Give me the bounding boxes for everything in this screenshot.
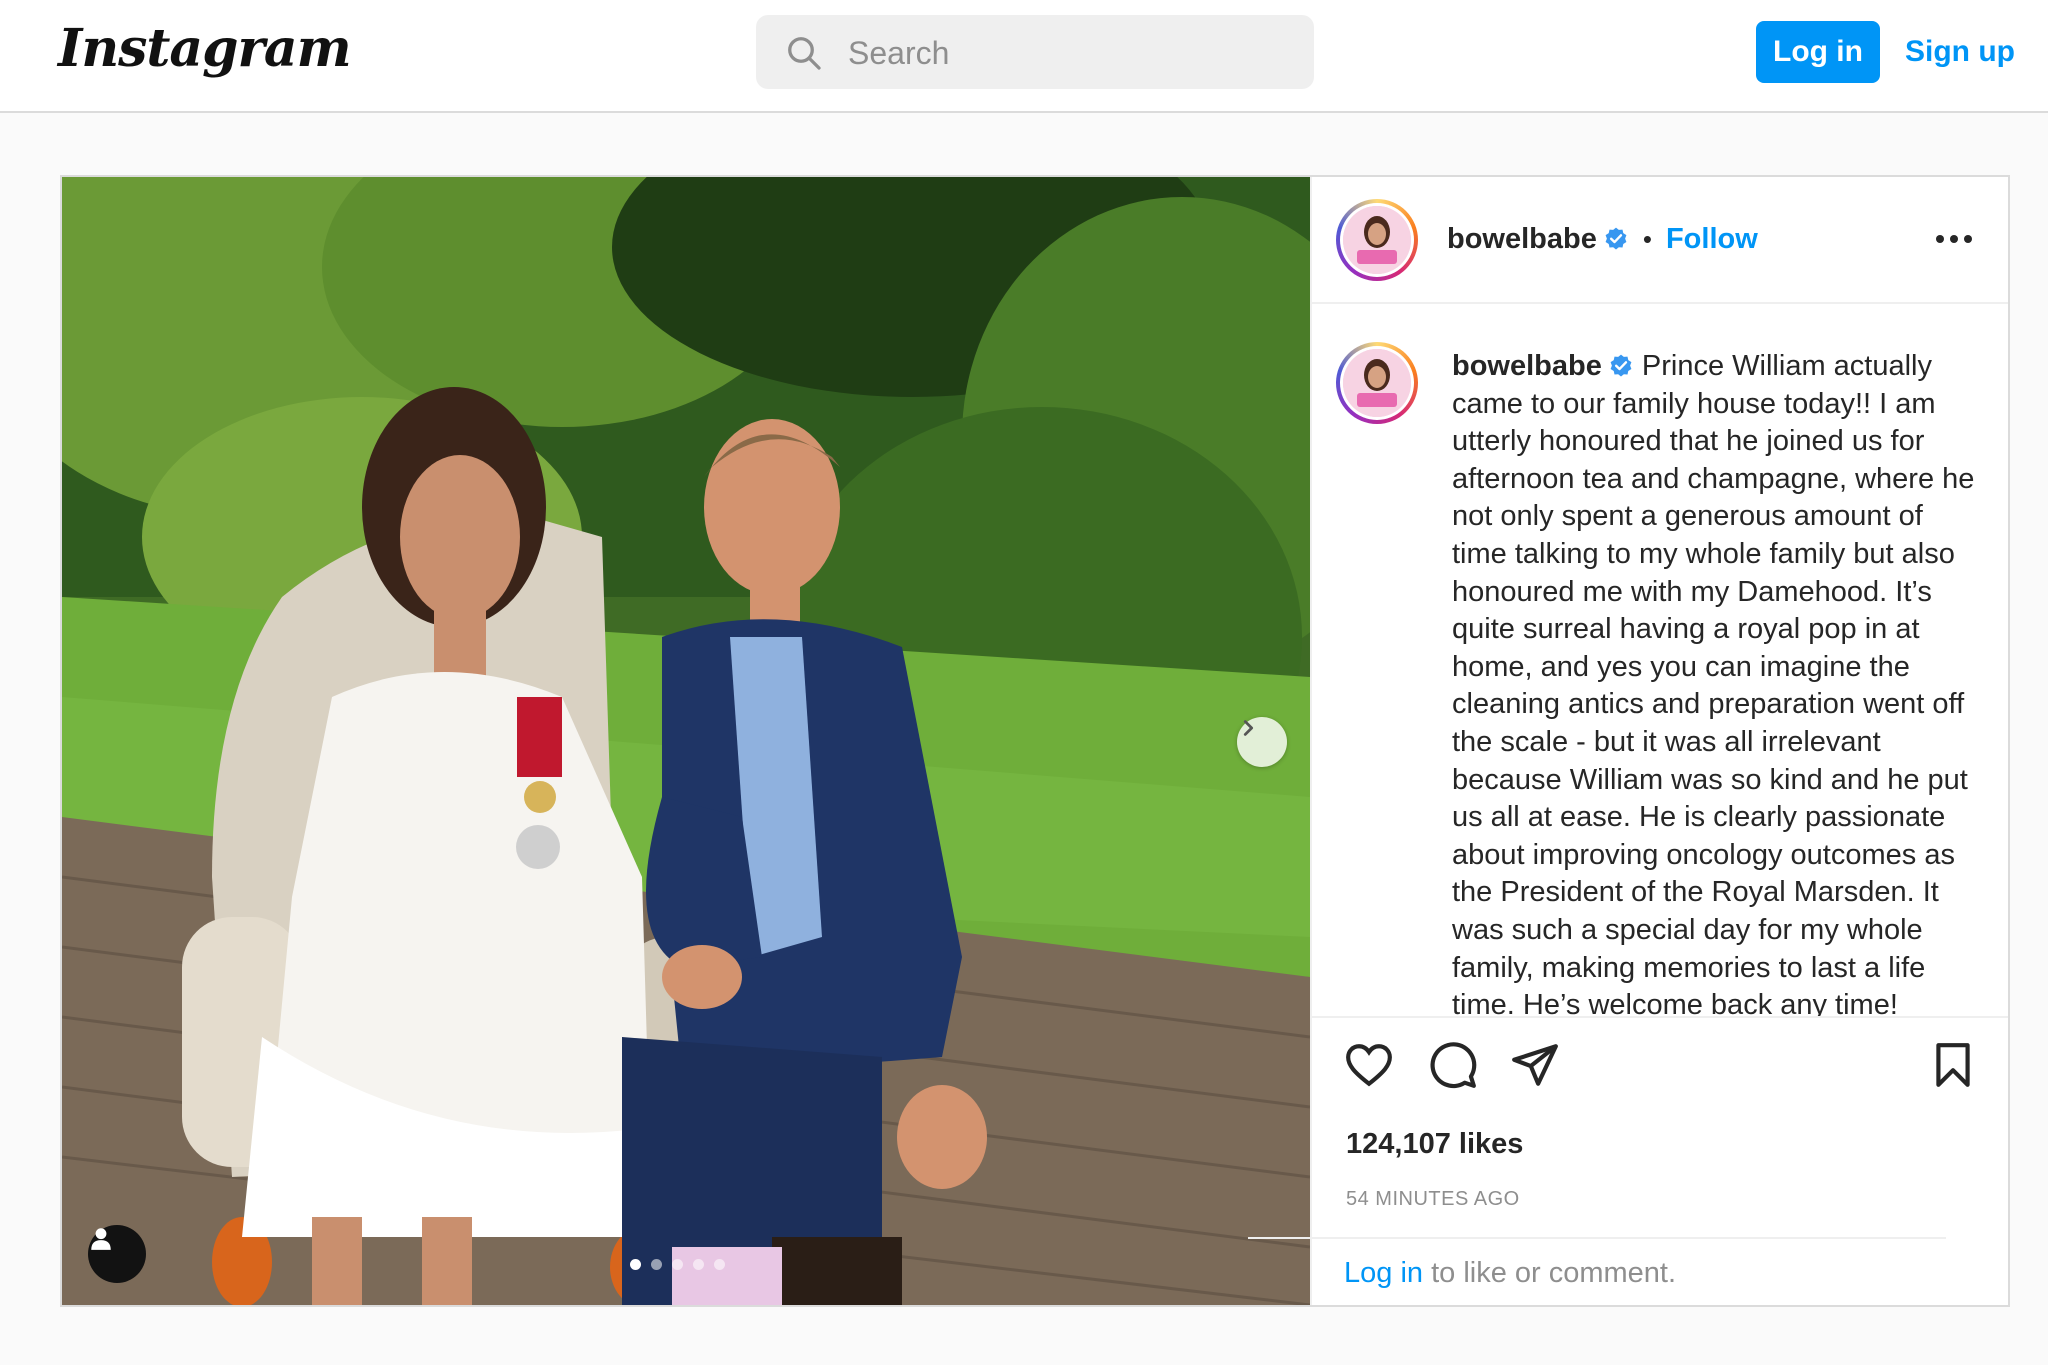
top-navigation-bar: Instagram Log in Sign up xyxy=(0,0,2048,113)
caption-text: Prince William actually came to our fami… xyxy=(1452,350,1975,1018)
heart-icon[interactable] xyxy=(1344,1040,1394,1090)
carousel-dot xyxy=(693,1259,704,1270)
caption-username[interactable]: bowelbabe xyxy=(1452,350,1602,382)
chevron-right-icon xyxy=(1243,720,1254,736)
signup-link[interactable]: Sign up xyxy=(1900,21,2020,83)
share-icon[interactable] xyxy=(1510,1040,1560,1090)
search-icon xyxy=(788,37,821,70)
search-input[interactable] xyxy=(846,29,1290,77)
avatar-image xyxy=(1343,206,1411,274)
login-prompt-text: to like or comment. xyxy=(1423,1257,1677,1289)
next-photo-button[interactable] xyxy=(1237,717,1287,767)
tagged-users-button[interactable] xyxy=(88,1225,146,1283)
author-username[interactable]: bowelbabe xyxy=(1447,223,1597,256)
post-timestamp[interactable]: 54 MINUTES AGO xyxy=(1346,1188,1520,1211)
bookmark-icon[interactable] xyxy=(1928,1040,1978,1090)
carousel-dot xyxy=(630,1259,641,1270)
avatar-image xyxy=(1343,349,1411,417)
author-avatar[interactable] xyxy=(1336,199,1418,281)
verified-badge-icon xyxy=(1610,354,1632,377)
carousel-dot xyxy=(672,1259,683,1270)
login-button[interactable]: Log in xyxy=(1756,21,1880,83)
photo-illustration xyxy=(62,177,1310,1305)
carousel-indicator xyxy=(630,1259,725,1270)
caption-author-avatar[interactable] xyxy=(1336,342,1418,424)
carousel-dot xyxy=(714,1259,725,1270)
post-photo[interactable] xyxy=(62,177,1310,1305)
follow-button[interactable]: Follow xyxy=(1666,223,1758,256)
carousel-dot xyxy=(651,1259,662,1270)
login-prompt-bar: Log in to like or comment. xyxy=(1248,1237,1946,1305)
search-box[interactable] xyxy=(756,15,1314,89)
author-row: bowelbabe • Follow xyxy=(1447,215,1758,263)
login-prompt: Log in to like or comment. xyxy=(1344,1257,1676,1290)
more-options-icon[interactable] xyxy=(1930,219,1978,259)
post-header: bowelbabe • Follow xyxy=(1312,177,2008,304)
user-tag-icon xyxy=(91,1228,111,1250)
verified-badge-icon xyxy=(1605,227,1627,250)
comment-icon[interactable] xyxy=(1428,1040,1478,1090)
caption-scroll-area[interactable]: bowelbabe Prince William actually came t… xyxy=(1312,304,2008,1018)
separator-dot: • xyxy=(1642,223,1652,254)
post-card: bowelbabe • Follow bowelbabe Prince Will… xyxy=(60,175,2010,1307)
login-prompt-link[interactable]: Log in xyxy=(1344,1257,1423,1289)
post-caption: bowelbabe Prince William actually came t… xyxy=(1452,348,1982,1018)
instagram-logo[interactable]: Instagram xyxy=(58,18,352,79)
like-count[interactable]: 124,107 likes xyxy=(1346,1128,1523,1161)
